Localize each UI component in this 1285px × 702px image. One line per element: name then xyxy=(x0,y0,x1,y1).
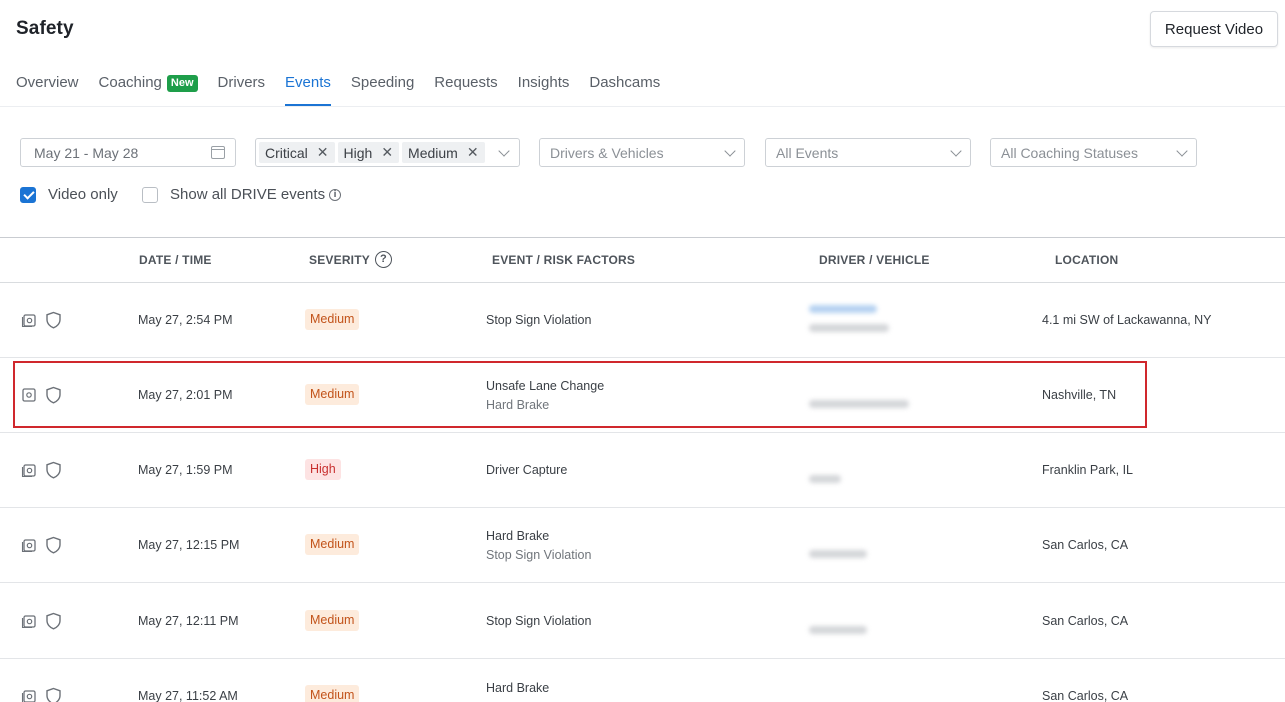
event-location: 4.1 mi SW of Lackawanna, NY xyxy=(1042,313,1212,327)
shield-icon[interactable] xyxy=(45,461,62,479)
shield-icon[interactable] xyxy=(45,687,62,702)
severity-badge: Medium xyxy=(305,384,360,405)
severity-badge: Medium xyxy=(305,610,360,631)
show-all-drive-label: Show all DRIVE events xyxy=(170,186,326,203)
help-icon[interactable]: ? xyxy=(374,250,392,268)
table-row[interactable]: May 27, 1:59 PM High Driver Capture Fran… xyxy=(0,433,1285,508)
video-camera-icon[interactable] xyxy=(21,462,37,478)
vehicle-name-blurred xyxy=(809,324,889,332)
event-type: Unsafe Lane Change xyxy=(486,379,605,393)
vehicle-name-blurred xyxy=(809,626,867,634)
video-only-checkbox[interactable] xyxy=(20,186,36,203)
event-datetime: May 27, 11:52 AM xyxy=(138,689,238,702)
coaching-status-select[interactable]: All Coaching Statuses xyxy=(990,138,1197,167)
event-location: Franklin Park, IL xyxy=(1042,463,1134,477)
table-row[interactable]: May 27, 12:11 PM Medium Stop Sign Violat… xyxy=(0,584,1285,659)
chevron-down-icon xyxy=(498,145,510,157)
chevron-down-icon xyxy=(724,145,736,157)
tab-overview[interactable]: Overview xyxy=(16,72,79,106)
tabs-bar: Overview Coaching New Drivers Events Spee… xyxy=(16,72,680,106)
event-type: Stop Sign Violation xyxy=(486,614,592,628)
tab-drivers[interactable]: Drivers xyxy=(218,72,266,106)
video-camera-icon[interactable] xyxy=(21,688,37,702)
event-datetime: May 27, 2:54 PM xyxy=(138,313,233,327)
severity-badge: Medium xyxy=(305,309,360,330)
video-camera-icon[interactable] xyxy=(21,387,37,403)
tab-requests[interactable]: Requests xyxy=(434,72,497,106)
severity-badge: High xyxy=(305,459,341,480)
severity-badge: Medium xyxy=(305,534,360,555)
event-datetime: May 27, 1:59 PM xyxy=(138,463,233,477)
event-location: San Carlos, CA xyxy=(1042,538,1129,552)
event-datetime: May 27, 12:11 PM xyxy=(138,614,239,628)
event-type: Stop Sign Violation xyxy=(486,313,592,327)
page-title: Safety xyxy=(16,18,74,39)
remove-high-icon[interactable]: ✕ xyxy=(381,144,393,161)
event-type: Hard Brake xyxy=(486,529,550,543)
shield-icon[interactable] xyxy=(45,311,62,329)
header-driver-vehicle[interactable]: DRIVER / VEHICLE xyxy=(819,253,930,267)
show-all-drive-checkbox[interactable] xyxy=(142,186,158,203)
chevron-down-icon xyxy=(950,145,962,157)
severity-filter[interactable]: Critical ✕ High ✕ Medium ✕ xyxy=(255,138,520,167)
table-row[interactable]: May 27, 2:01 PM Medium Unsafe Lane Chang… xyxy=(0,358,1285,433)
tab-coaching[interactable]: Coaching New xyxy=(99,72,198,106)
event-datetime: May 27, 2:01 PM xyxy=(138,388,233,402)
driver-name-blurred[interactable] xyxy=(809,305,877,313)
risk-factor: Stop Sign Violation xyxy=(486,548,592,562)
header-location[interactable]: LOCATION xyxy=(1055,253,1118,267)
remove-medium-icon[interactable]: ✕ xyxy=(467,144,479,161)
severity-badge: Medium xyxy=(305,685,360,702)
drivers-vehicles-select[interactable]: Drivers & Vehicles xyxy=(539,138,745,167)
shield-icon[interactable] xyxy=(45,612,62,630)
request-video-button[interactable]: Request Video xyxy=(1150,11,1278,47)
calendar-icon xyxy=(211,146,225,159)
show-all-drive-checkbox-row[interactable]: Show all DRIVE events i xyxy=(142,186,342,203)
event-location: Nashville, TN xyxy=(1042,388,1117,402)
video-camera-icon[interactable] xyxy=(21,537,37,553)
tab-events[interactable]: Events xyxy=(285,72,331,106)
tab-speeding[interactable]: Speeding xyxy=(351,72,414,106)
new-badge: New xyxy=(166,75,198,92)
event-location: San Carlos, CA xyxy=(1042,614,1129,628)
event-type: Driver Capture xyxy=(486,463,568,477)
driver-name-blurred xyxy=(809,475,841,483)
video-camera-icon[interactable] xyxy=(21,613,37,629)
video-camera-icon[interactable] xyxy=(21,312,37,328)
video-only-label: Video only xyxy=(48,186,118,203)
vehicle-name-blurred xyxy=(809,400,909,408)
table-row[interactable]: May 27, 2:54 PM Medium Stop Sign Violati… xyxy=(0,283,1285,358)
shield-icon[interactable] xyxy=(45,386,62,404)
video-only-checkbox-row[interactable]: Video only xyxy=(20,186,118,203)
date-range-value: May 21 - May 28 xyxy=(34,144,139,161)
remove-critical-icon[interactable]: ✕ xyxy=(317,144,329,161)
risk-factor: Hard Brake xyxy=(486,398,550,412)
table-row[interactable]: May 27, 11:52 AM Medium Hard Brake San C… xyxy=(0,659,1285,702)
chip-high: High ✕ xyxy=(337,142,400,163)
tab-dashcams[interactable]: Dashcams xyxy=(589,72,660,106)
chip-medium: Medium ✕ xyxy=(402,142,485,163)
event-datetime: May 27, 12:15 PM xyxy=(138,538,240,552)
vehicle-name-blurred xyxy=(809,550,867,558)
tab-insights[interactable]: Insights xyxy=(518,72,570,106)
events-select[interactable]: All Events xyxy=(765,138,971,167)
tabs-divider xyxy=(0,106,1285,107)
header-event[interactable]: EVENT / RISK FACTORS xyxy=(492,253,635,267)
chip-critical: Critical ✕ xyxy=(259,142,335,163)
table-top-border xyxy=(0,237,1285,238)
shield-icon[interactable] xyxy=(45,536,62,554)
table-row[interactable]: May 27, 12:15 PM Medium Hard Brake Stop … xyxy=(0,508,1285,583)
event-type: Hard Brake xyxy=(486,681,550,695)
event-location: San Carlos, CA xyxy=(1042,689,1129,702)
info-icon[interactable]: i xyxy=(329,188,342,201)
chevron-down-icon xyxy=(1176,145,1188,157)
header-severity[interactable]: SEVERITY? xyxy=(309,250,392,268)
header-date-time[interactable]: DATE / TIME xyxy=(139,253,212,267)
date-range-picker[interactable]: May 21 - May 28 xyxy=(20,138,236,167)
